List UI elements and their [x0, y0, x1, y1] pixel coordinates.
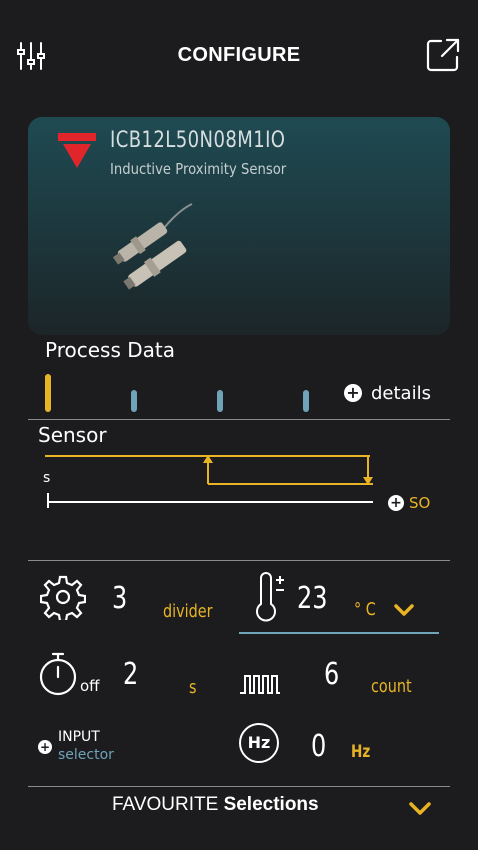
sensor-heading: Sensor: [38, 423, 107, 447]
details-label: details: [371, 382, 431, 404]
process-indicator-1: [45, 374, 51, 412]
divider-value[interactable]: 3: [112, 581, 127, 616]
divider-label: divider: [163, 601, 213, 622]
process-indicator-2: [131, 390, 137, 412]
so-add-button[interactable]: + SO: [388, 494, 430, 512]
device-description: Inductive Proximity Sensor: [110, 160, 287, 178]
selections-label: Selections: [223, 794, 319, 815]
process-indicator-3: [217, 390, 223, 412]
favourite-selections-toggle[interactable]: FAVOURITE Selections: [28, 793, 450, 829]
count-label: count: [371, 676, 412, 697]
divider: [28, 560, 450, 561]
device-model: ICB12L50N08M1IO: [110, 128, 286, 153]
process-data-heading: Process Data: [45, 338, 175, 362]
temperature-unit: ° C: [354, 599, 376, 620]
page-title: CONFIGURE: [177, 44, 301, 66]
carlo-gavazzi-logo: [58, 133, 96, 169]
input-label: INPUT: [58, 729, 100, 745]
count-value[interactable]: 6: [324, 657, 339, 692]
sensor-image: [104, 198, 204, 298]
input-selector-button[interactable]: + INPUT selector: [38, 728, 148, 768]
plus-circle-icon: +: [388, 495, 404, 511]
process-indicator-4: [303, 390, 309, 412]
thermometer-icon: [255, 572, 287, 622]
chevron-down-icon[interactable]: [393, 602, 415, 616]
divider: [28, 786, 450, 787]
sensor-diagram: [40, 450, 380, 515]
details-button[interactable]: + details: [344, 381, 431, 405]
input-sublabel: selector: [58, 747, 114, 763]
hz-icon: Hz: [239, 723, 279, 763]
temperature-underline: [239, 632, 439, 634]
pulse-count-icon: [239, 672, 281, 696]
frequency-value[interactable]: 0: [311, 729, 326, 764]
chevron-down-icon: [408, 801, 432, 817]
plus-circle-icon: +: [344, 384, 362, 402]
temperature-value[interactable]: 23: [297, 581, 328, 616]
stopwatch-icon[interactable]: [38, 651, 80, 697]
plus-circle-icon: +: [38, 740, 52, 754]
timer-unit: s: [189, 677, 197, 698]
frequency-unit: Hz: [351, 742, 371, 762]
favourite-label: FAVOURITE: [112, 794, 219, 815]
timer-value[interactable]: 2: [123, 657, 138, 692]
gear-icon[interactable]: [39, 574, 87, 623]
so-label: SO: [409, 494, 431, 512]
external-link-icon[interactable]: [425, 37, 461, 73]
timer-off-label: off: [80, 677, 100, 695]
setpoint-label: s: [43, 470, 51, 486]
divider: [28, 419, 450, 420]
